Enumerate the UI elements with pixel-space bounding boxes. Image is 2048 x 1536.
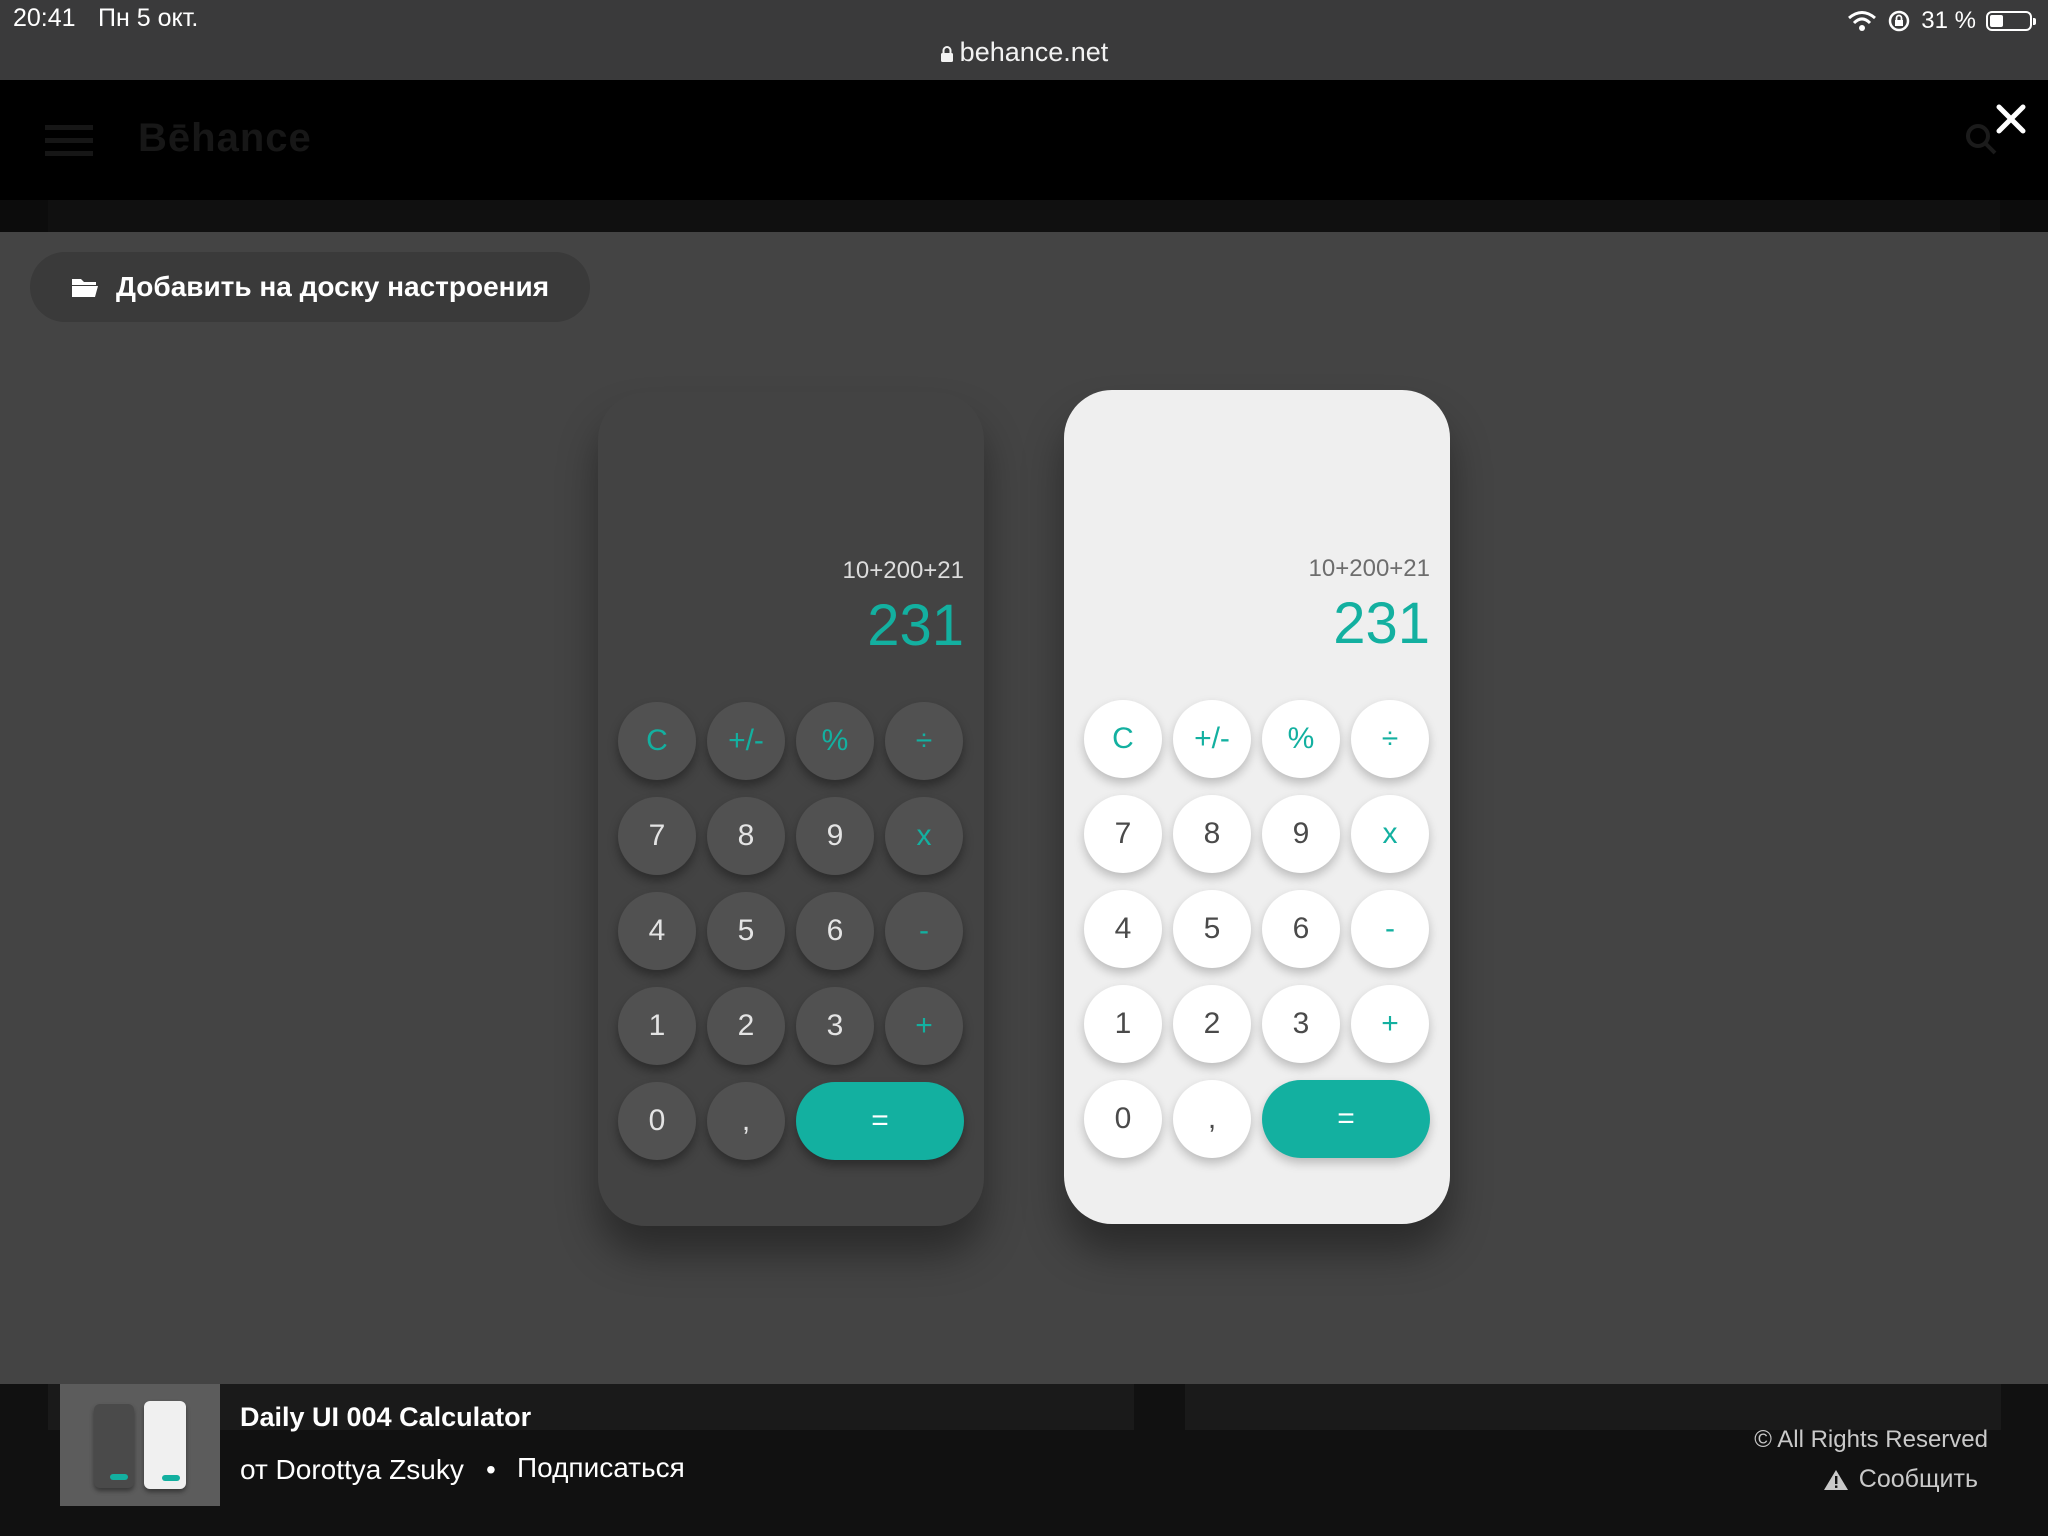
key-comma[interactable]: , (1173, 1080, 1251, 1158)
key-multiply[interactable]: x (1351, 795, 1429, 873)
key-7[interactable]: 7 (1084, 795, 1162, 873)
key-5[interactable]: 5 (1173, 890, 1251, 968)
calculator-dark: 10+200+21 231 C +/-% ÷ 7 8 9 x 4 5 6- 1 2 3 +0, = (598, 392, 984, 1226)
site-header: Bēhance (0, 80, 2048, 200)
key-minus[interactable]: - (1351, 890, 1429, 968)
address-bar[interactable]: behance.net (0, 37, 2048, 68)
key-3[interactable]: 3 (1262, 985, 1340, 1063)
key-4[interactable]: 4 (1084, 890, 1162, 968)
status-bar: 20:41 Пн 5 окт. behance.net 31 % (0, 0, 2048, 80)
key-1[interactable]: 1 (618, 987, 696, 1065)
result-display: 231 (1333, 591, 1430, 656)
expression-display: 10+200+21 (1308, 555, 1430, 582)
url-text: behance.net (959, 37, 1109, 67)
add-to-moodboard-button[interactable]: Добавить на доску настроения (30, 252, 590, 322)
key-negate[interactable]: +/- (1173, 700, 1251, 778)
author-link[interactable]: от Dorottya Zsuky (240, 1454, 464, 1486)
key-5[interactable]: 5 (707, 892, 785, 970)
follow-button[interactable]: Подписаться (517, 1452, 685, 1484)
key-equals[interactable]: = (796, 1082, 964, 1160)
key-8[interactable]: 8 (707, 797, 785, 875)
moodboard-label: Добавить на доску настроения (116, 271, 550, 302)
date: Пн 5 окт. (98, 4, 199, 32)
key-plus[interactable]: + (1351, 985, 1429, 1063)
battery-percent: 31 % (1921, 7, 1976, 34)
key-multiply[interactable]: x (885, 797, 963, 875)
menu-icon (45, 125, 93, 157)
key-9[interactable]: 9 (796, 797, 874, 875)
key-6[interactable]: 6 (1262, 890, 1340, 968)
key-9[interactable]: 9 (1262, 795, 1340, 873)
behance-logo: Bēhance (138, 116, 312, 160)
warning-icon (1823, 1469, 1848, 1490)
key-3[interactable]: 3 (796, 987, 874, 1065)
result-display: 231 (867, 593, 964, 658)
lock-icon (940, 45, 953, 62)
report-button[interactable]: Сообщить (1823, 1465, 1978, 1494)
calculator-light: 10+200+21 231 C +/-% ÷ 7 8 9 x 4 5 6- 1 2 3 +0, = (1064, 390, 1450, 1224)
project-viewer: Добавить на доску настроения (0, 232, 2048, 1384)
project-thumbnail[interactable] (60, 1384, 220, 1506)
underlay-strip (0, 200, 2048, 233)
wifi-icon (1848, 11, 1877, 31)
folder-icon (72, 279, 98, 297)
expression-display: 10+200+21 (842, 557, 964, 584)
key-clear[interactable]: C (1084, 700, 1162, 778)
key-1[interactable]: 1 (1084, 985, 1162, 1063)
key-plus[interactable]: + (885, 987, 963, 1065)
report-label: Сообщить (1858, 1465, 1978, 1493)
copyright-text: © All Rights Reserved (1754, 1426, 1988, 1453)
key-6[interactable]: 6 (796, 892, 874, 970)
key-clear[interactable]: C (618, 702, 696, 780)
key-0[interactable]: 0 (1084, 1080, 1162, 1158)
clock: 20:41 (13, 4, 76, 32)
key-8[interactable]: 8 (1173, 795, 1251, 873)
rotation-lock-icon (1889, 10, 1910, 32)
key-negate[interactable]: +/- (707, 702, 785, 780)
key-divide[interactable]: ÷ (1351, 700, 1429, 778)
key-percent[interactable]: % (796, 702, 874, 780)
status-indicators: 31 % (1847, 4, 2036, 38)
key-equals[interactable]: = (1262, 1080, 1430, 1158)
key-2[interactable]: 2 (1173, 985, 1251, 1063)
close-icon[interactable] (1991, 99, 2031, 139)
key-divide[interactable]: ÷ (885, 702, 963, 780)
key-4[interactable]: 4 (618, 892, 696, 970)
key-2[interactable]: 2 (707, 987, 785, 1065)
key-7[interactable]: 7 (618, 797, 696, 875)
project-footer: Daily UI 004 Calculator от Dorottya Zsuk… (0, 1384, 2048, 1536)
project-title: Daily UI 004 Calculator (240, 1402, 532, 1432)
key-percent[interactable]: % (1262, 700, 1340, 778)
key-comma[interactable]: , (707, 1082, 785, 1160)
battery-icon (1986, 11, 2036, 31)
separator-dot: • (486, 1454, 496, 1485)
key-minus[interactable]: - (885, 892, 963, 970)
underlay-card (1185, 1384, 2001, 1430)
key-0[interactable]: 0 (618, 1082, 696, 1160)
